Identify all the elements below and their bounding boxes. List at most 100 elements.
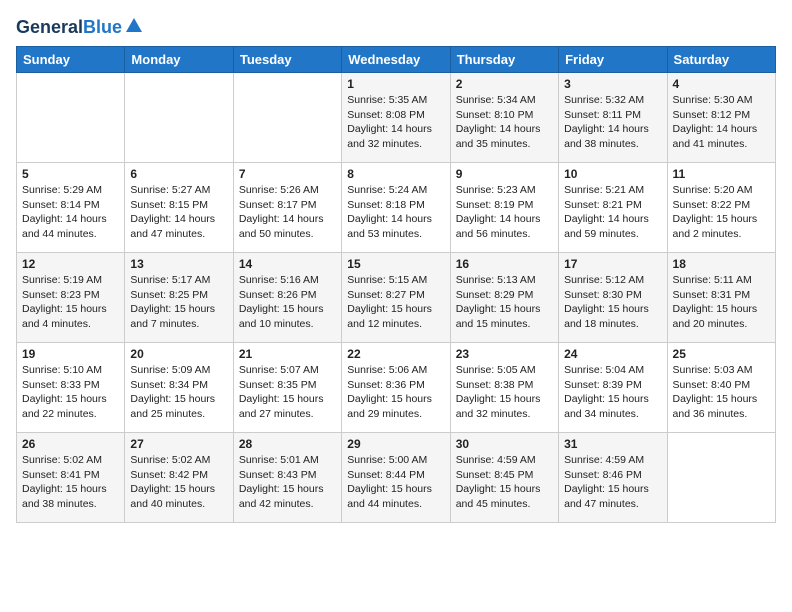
calendar-cell: 30 Sunrise: 4:59 AMSunset: 8:45 PMDayligh…	[450, 433, 558, 523]
cell-content: Sunrise: 5:12 AMSunset: 8:30 PMDaylight:…	[564, 273, 661, 332]
calendar-cell: 2Sunrise: 5:34 AMSunset: 8:10 PMDaylight…	[450, 73, 558, 163]
cell-content: Sunrise: 5:17 AMSunset: 8:25 PMDaylight:…	[130, 273, 227, 332]
sunrise-text: Sunrise: 5:26 AM	[239, 184, 319, 196]
sunset-text: Sunset: 8:44 PM	[347, 469, 425, 481]
cell-content: Sunrise: 5:05 AMSunset: 8:38 PMDaylight:…	[456, 363, 553, 422]
daylight-text: Daylight: 14 hours and 53 minutes.	[347, 213, 432, 240]
calendar-cell: 12Sunrise: 5:19 AMSunset: 8:23 PMDayligh…	[17, 253, 125, 343]
sunrise-text: Sunrise: 5:09 AM	[130, 364, 210, 376]
sunrise-text: Sunrise: 5:20 AM	[673, 184, 753, 196]
cell-content: Sunrise: 4:59 AMSunset: 8:45 PMDaylight:…	[456, 453, 553, 512]
daylight-text: Daylight: 14 hours and 56 minutes.	[456, 213, 541, 240]
sunrise-text: Sunrise: 5:02 AM	[130, 454, 210, 466]
sunrise-text: Sunrise: 5:15 AM	[347, 274, 427, 286]
sunset-text: Sunset: 8:29 PM	[456, 289, 534, 301]
day-number: 4	[673, 77, 770, 91]
daylight-text: Daylight: 15 hours and 47 minutes.	[564, 483, 649, 510]
sunset-text: Sunset: 8:35 PM	[239, 379, 317, 391]
daylight-text: Daylight: 15 hours and 2 minutes.	[673, 213, 758, 240]
sunset-text: Sunset: 8:42 PM	[130, 469, 208, 481]
daylight-text: Daylight: 14 hours and 35 minutes.	[456, 123, 541, 150]
calendar-cell: 22Sunrise: 5:06 AMSunset: 8:36 PMDayligh…	[342, 343, 450, 433]
daylight-text: Daylight: 15 hours and 25 minutes.	[130, 393, 215, 420]
calendar-cell	[667, 433, 775, 523]
cell-content: Sunrise: 5:15 AM Sunset: 8:27 PM Daylight:…	[347, 273, 444, 332]
day-number: 30	[456, 437, 553, 451]
daylight-text: Daylight: 15 hours and 42 minutes.	[239, 483, 324, 510]
day-number: 2	[456, 77, 553, 91]
calendar-cell: 19Sunrise: 5:10 AMSunset: 8:33 PMDayligh…	[17, 343, 125, 433]
week-row-4: 19Sunrise: 5:10 AMSunset: 8:33 PMDayligh…	[17, 343, 776, 433]
daylight-text: Daylight: 14 hours and 50 minutes.	[239, 213, 324, 240]
day-number: 9	[456, 167, 553, 181]
sunrise-text: Sunrise: 5:02 AM	[22, 454, 102, 466]
sunset-text: Sunset: 8:39 PM	[564, 379, 642, 391]
cell-content: Sunrise: 5:11 AMSunset: 8:31 PMDaylight:…	[673, 273, 770, 332]
calendar-cell: 3Sunrise: 5:32 AMSunset: 8:11 PMDaylight…	[559, 73, 667, 163]
day-number: 15	[347, 257, 444, 271]
day-number: 7	[239, 167, 336, 181]
sunrise-text: Sunrise: 5:17 AM	[130, 274, 210, 286]
sunset-text: Sunset: 8:43 PM	[239, 469, 317, 481]
sunrise-text: Sunrise: 5:10 AM	[22, 364, 102, 376]
calendar-cell: 21Sunrise: 5:07 AMSunset: 8:35 PMDayligh…	[233, 343, 341, 433]
daylight-text: Daylight: 15 hours and 34 minutes.	[564, 393, 649, 420]
sunset-text: Sunset: 8:40 PM	[673, 379, 751, 391]
daylight-text: Daylight: 15 hours and 12 minutes.	[347, 303, 432, 330]
sunset-text: Sunset: 8:08 PM	[347, 109, 425, 121]
daylight-text: Daylight: 14 hours and 32 minutes.	[347, 123, 432, 150]
sunrise-text: Sunrise: 5:24 AM	[347, 184, 427, 196]
cell-content: Sunrise: 5:29 AMSunset: 8:14 PMDaylight:…	[22, 183, 119, 242]
daylight-text: Daylight: 15 hours and 7 minutes.	[130, 303, 215, 330]
day-number: 27	[130, 437, 227, 451]
sunset-text: Sunset: 8:10 PM	[456, 109, 534, 121]
day-number: 26	[22, 437, 119, 451]
day-number: 21	[239, 347, 336, 361]
cell-content: Sunrise: 5:19 AMSunset: 8:23 PMDaylight:…	[22, 273, 119, 332]
calendar-cell: 14Sunrise: 5:16 AMSunset: 8:26 PMDayligh…	[233, 253, 341, 343]
week-row-1: 1Sunrise: 5:35 AMSunset: 8:08 PMDaylight…	[17, 73, 776, 163]
cell-content: Sunrise: 4:59 AMSunset: 8:46 PMDaylight:…	[564, 453, 661, 512]
calendar-cell: 6Sunrise: 5:27 AMSunset: 8:15 PMDaylight…	[125, 163, 233, 253]
day-number: 16	[456, 257, 553, 271]
cell-content: Sunrise: 5:27 AMSunset: 8:15 PMDaylight:…	[130, 183, 227, 242]
sunset-text: Sunset: 8:41 PM	[22, 469, 100, 481]
sunrise-text: Sunrise: 5:16 AM	[239, 274, 319, 286]
calendar-cell: 9Sunrise: 5:23 AMSunset: 8:19 PMDaylight…	[450, 163, 558, 253]
sunrise-text: Sunrise: 5:30 AM	[673, 94, 753, 106]
calendar-cell: 11Sunrise: 5:20 AMSunset: 8:22 PMDayligh…	[667, 163, 775, 253]
sunset-text: Sunset: 8:21 PM	[564, 199, 642, 211]
sunset-text: Sunset: 8:11 PM	[564, 109, 641, 121]
day-number: 28	[239, 437, 336, 451]
calendar-cell: 25Sunrise: 5:03 AMSunset: 8:40 PMDayligh…	[667, 343, 775, 433]
day-number: 13	[130, 257, 227, 271]
day-header-thursday: Thursday	[450, 47, 558, 73]
cell-content: Sunrise: 5:32 AMSunset: 8:11 PMDaylight:…	[564, 93, 661, 152]
cell-content: Sunrise: 5:02 AM Sunset: 8:41 PM Daylight:…	[22, 453, 119, 512]
sunrise-text: Sunrise: 5:11 AM	[673, 274, 752, 286]
sunrise-text: Sunrise: 5:00 AM	[347, 454, 427, 466]
cell-content: Sunrise: 5:00 AMSunset: 8:44 PMDaylight:…	[347, 453, 444, 512]
sunrise-text: Sunrise: 4:59 AM	[456, 454, 536, 466]
calendar-cell: 26 Sunrise: 5:02 AM Sunset: 8:41 PM Dayligh…	[17, 433, 125, 523]
day-number: 31	[564, 437, 661, 451]
sunrise-text: Sunrise: 5:05 AM	[456, 364, 536, 376]
calendar-cell: 15 Sunrise: 5:15 AM Sunset: 8:27 PM Dayligh…	[342, 253, 450, 343]
daylight-text: Daylight: 15 hours and 15 minutes.	[456, 303, 541, 330]
daylight-text: Daylight: 14 hours and 41 minutes.	[673, 123, 758, 150]
sunset-text: Sunset: 8:36 PM	[347, 379, 425, 391]
day-number: 24	[564, 347, 661, 361]
day-number: 29	[347, 437, 444, 451]
day-header-sunday: Sunday	[17, 47, 125, 73]
calendar-cell: 23Sunrise: 5:05 AMSunset: 8:38 PMDayligh…	[450, 343, 558, 433]
sunset-text: Sunset: 8:27 PM	[347, 289, 425, 301]
sunrise-text: Sunrise: 5:12 AM	[564, 274, 644, 286]
daylight-text: Daylight: 15 hours and 38 minutes.	[22, 483, 107, 510]
calendar-header-row: SundayMondayTuesdayWednesdayThursdayFrid…	[17, 47, 776, 73]
sunset-text: Sunset: 8:19 PM	[456, 199, 534, 211]
sunset-text: Sunset: 8:22 PM	[673, 199, 751, 211]
day-number: 19	[22, 347, 119, 361]
day-header-monday: Monday	[125, 47, 233, 73]
sunrise-text: Sunrise: 5:07 AM	[239, 364, 319, 376]
daylight-text: Daylight: 15 hours and 45 minutes.	[456, 483, 541, 510]
